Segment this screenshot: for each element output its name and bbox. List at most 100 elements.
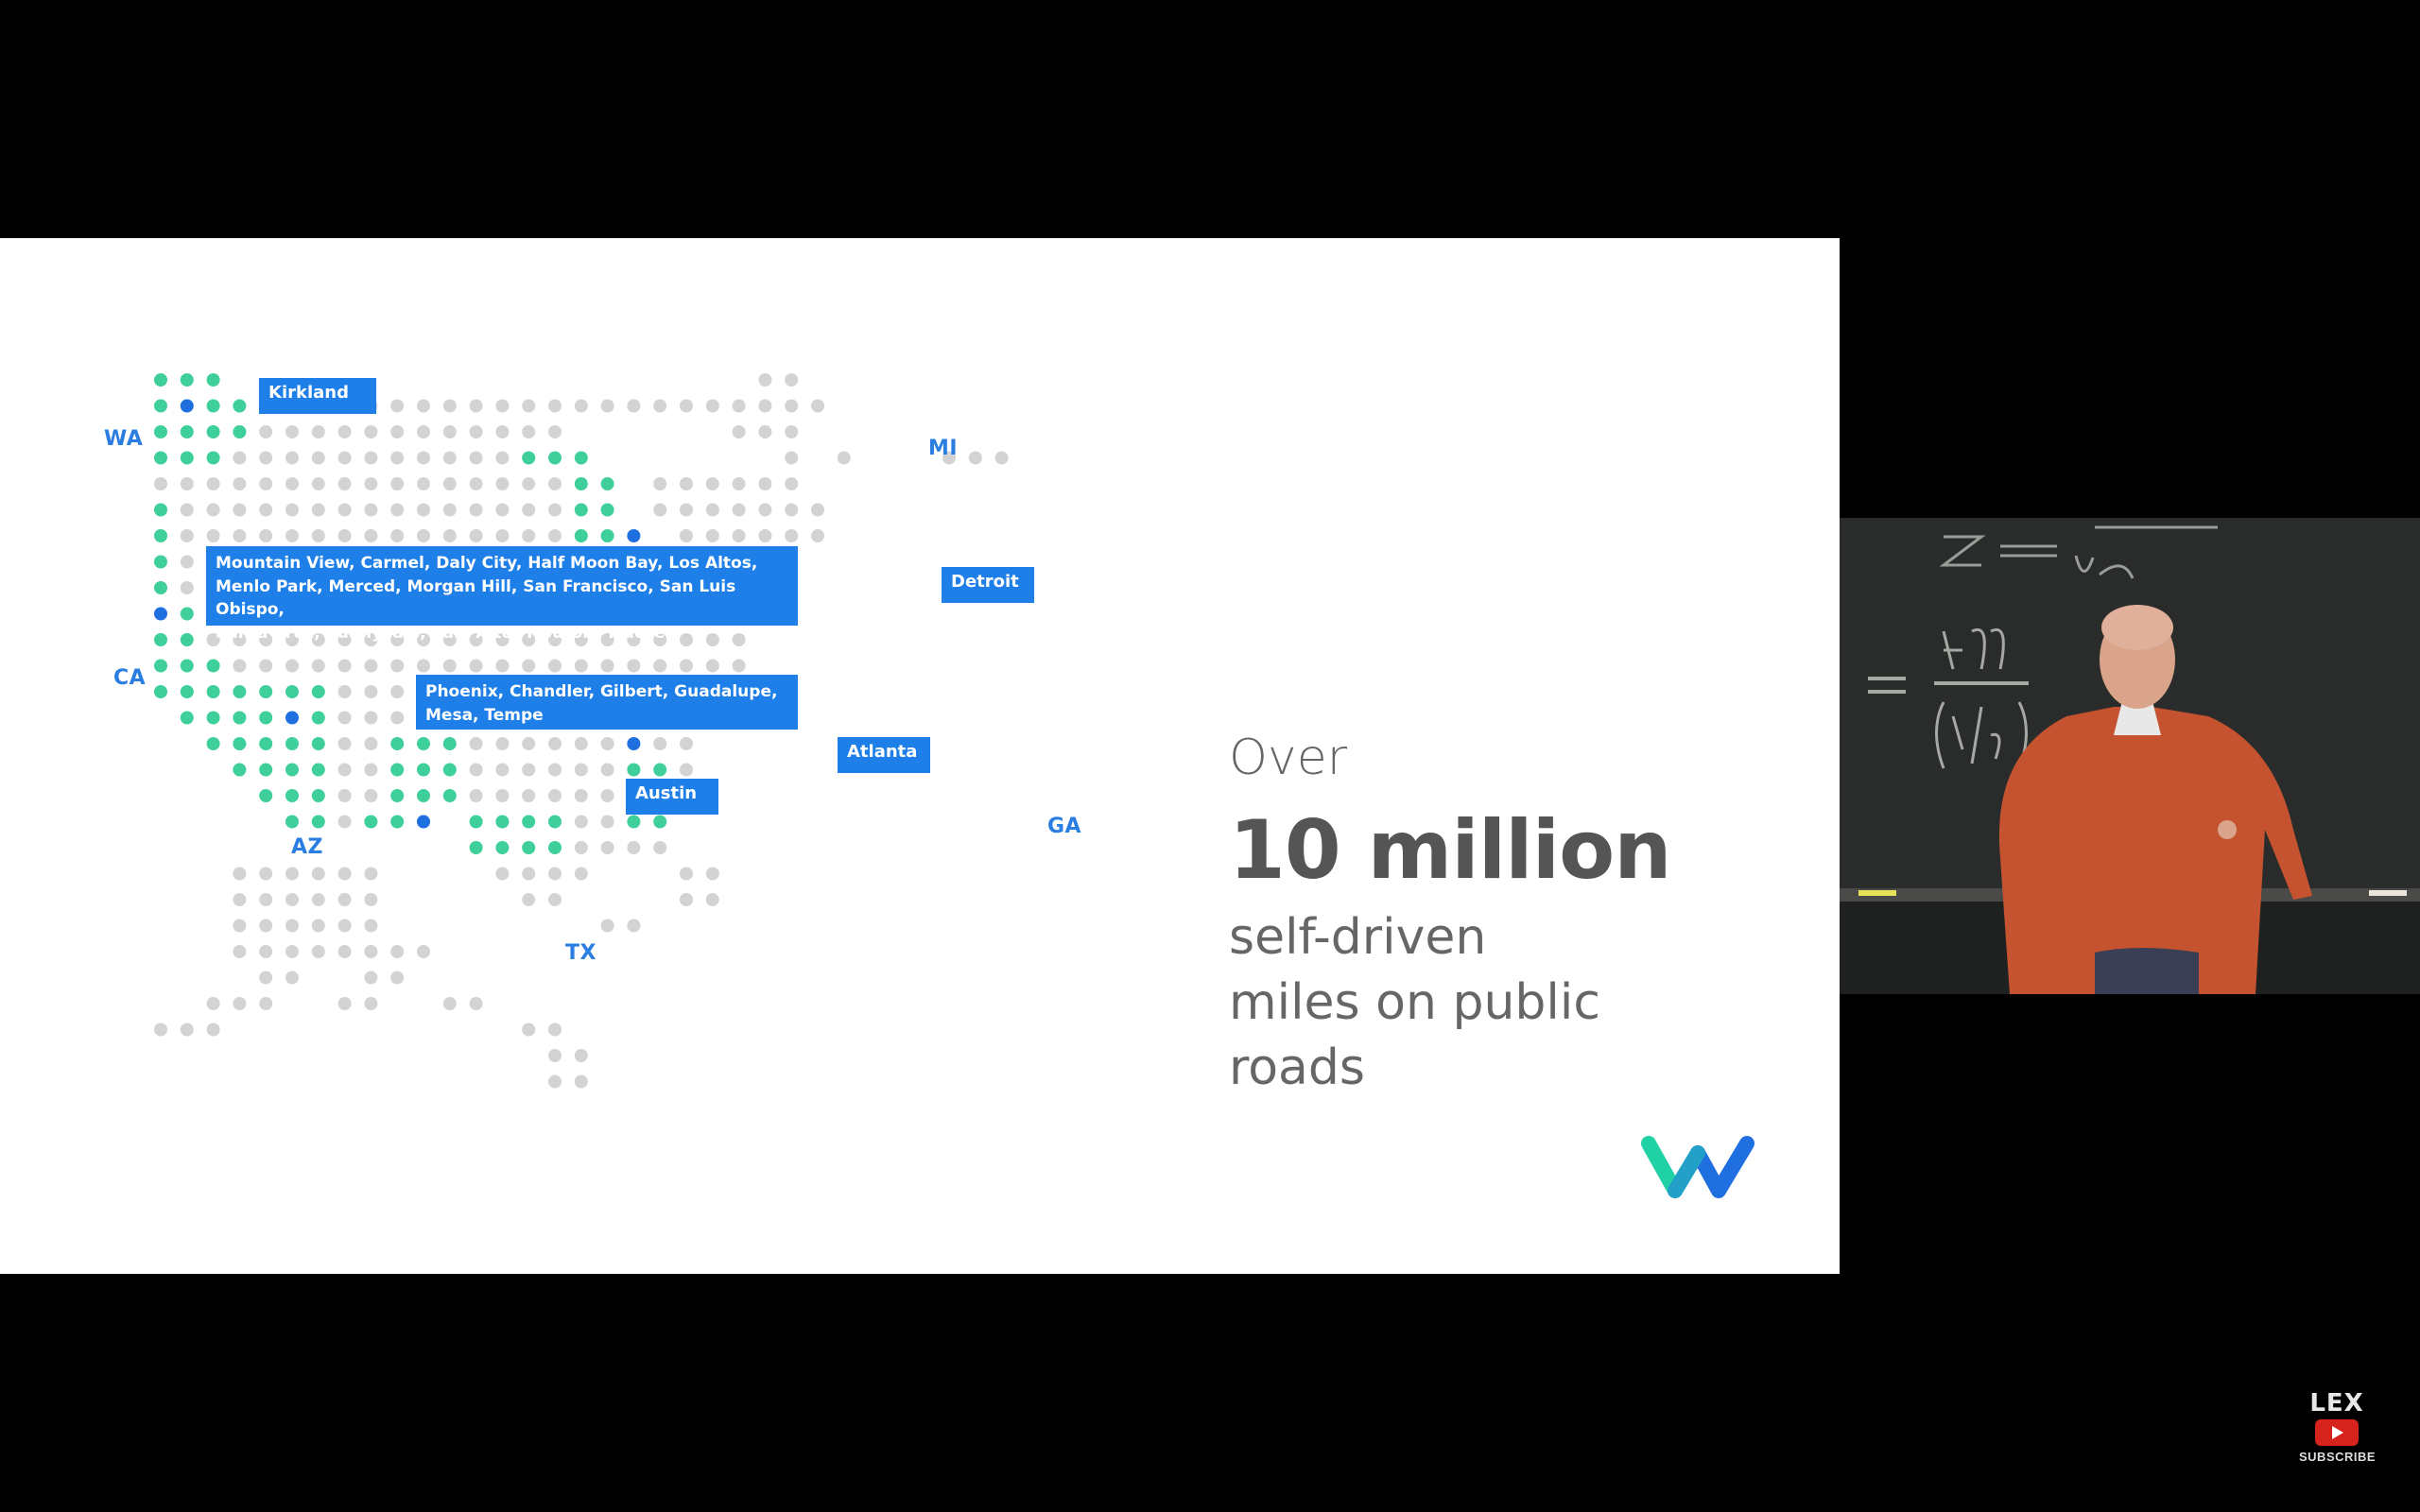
map-dot [259, 893, 273, 906]
map-dot [442, 529, 457, 542]
map-dot [548, 1074, 562, 1089]
map-dot [442, 451, 457, 465]
map-dot [495, 867, 510, 881]
map-dot [259, 451, 273, 465]
map-dot [311, 919, 325, 933]
map-dot-active [180, 633, 194, 646]
map-dot [233, 945, 247, 958]
map-dot-active [154, 581, 167, 594]
map-dot [442, 399, 457, 413]
map-dot [390, 529, 405, 542]
map-dot-active [417, 763, 430, 777]
map-dot [233, 451, 247, 465]
map-dot [206, 477, 220, 490]
map-dot-active [574, 529, 588, 542]
map-dot [390, 659, 405, 673]
map-dot [495, 477, 510, 490]
map-dot [469, 451, 483, 465]
map-dot [285, 971, 299, 985]
map-dot [206, 529, 220, 542]
map-dot [548, 425, 562, 438]
map-dot [758, 529, 772, 542]
map-dot [495, 451, 510, 465]
youtube-play-icon[interactable] [2315, 1419, 2359, 1446]
map-dot-active [442, 763, 457, 777]
map-dot-active [548, 815, 562, 829]
map-dot [311, 477, 325, 490]
map-dot [653, 399, 667, 413]
map-dot-active [233, 399, 247, 413]
map-dot [495, 789, 510, 802]
channel-watermark[interactable]: LEX SUBSCRIBE [2299, 1389, 2376, 1464]
map-dot [417, 659, 430, 673]
map-dot [600, 737, 614, 750]
map-dot-active [653, 763, 667, 777]
map-dot [259, 867, 273, 881]
map-dot [337, 477, 352, 490]
map-dot [758, 477, 772, 490]
map-dot [337, 503, 352, 517]
map-dot [548, 893, 562, 906]
map-dot [417, 451, 430, 465]
map-dot [469, 763, 483, 777]
map-dot-active [154, 373, 167, 387]
map-dot [522, 1022, 536, 1037]
map-dot [574, 659, 588, 673]
map-dot-active [154, 555, 167, 569]
map-dot [469, 503, 483, 517]
map-dot [705, 399, 719, 413]
map-dot [364, 477, 378, 490]
map-dot-active [364, 815, 378, 829]
map-dot [548, 789, 562, 802]
map-dot [548, 1022, 562, 1037]
map-dot [311, 425, 325, 438]
map-dot [548, 1049, 562, 1062]
map-dot-active [180, 425, 194, 438]
map-dot [311, 451, 325, 465]
map-dot-active [154, 503, 167, 517]
map-dot [154, 477, 167, 490]
map-dot [522, 737, 536, 750]
map-dot [206, 503, 220, 517]
map-dot [495, 763, 510, 777]
subscribe-label[interactable]: SUBSCRIBE [2299, 1450, 2376, 1464]
map-dot [680, 399, 693, 413]
map-dot-active [259, 737, 273, 750]
map-dot [469, 659, 483, 673]
map-dot [442, 997, 457, 1010]
map-dot [259, 659, 273, 673]
map-dot [285, 919, 299, 933]
map-dot [522, 503, 536, 517]
map-dot [417, 425, 430, 438]
map-dot [337, 919, 352, 933]
stat-headline: 10 million [1229, 803, 1671, 898]
map-dot-active [495, 815, 510, 829]
speaker-camera-feed [1840, 518, 2420, 994]
map-dot [337, 789, 352, 802]
map-dot [495, 503, 510, 517]
map-dot [259, 425, 273, 438]
map-dot-active [522, 451, 536, 465]
map-dot [180, 555, 194, 569]
map-dot [364, 425, 378, 438]
map-dot [311, 529, 325, 542]
map-dot [259, 997, 273, 1010]
city-box-arizona: Phoenix, Chandler, Gilbert, Guadalupe, M… [416, 675, 798, 730]
map-dot [522, 659, 536, 673]
map-dot-active [285, 815, 299, 829]
map-dot-active [259, 685, 273, 698]
map-dot [311, 867, 325, 881]
map-dot [653, 841, 667, 854]
map-dot-active [206, 659, 220, 673]
map-dot [364, 659, 378, 673]
map-dot [364, 867, 378, 881]
map-dot [469, 425, 483, 438]
map-dot-active [311, 685, 325, 698]
city-box-california: Mountain View, Carmel, Daly City, Half M… [206, 546, 798, 643]
state-label-tx: TX [565, 941, 596, 965]
speaker-video-image [1840, 518, 2420, 994]
map-dot [574, 841, 588, 854]
map-dot [337, 945, 352, 958]
map-dot [390, 971, 405, 985]
map-dot [469, 997, 483, 1010]
